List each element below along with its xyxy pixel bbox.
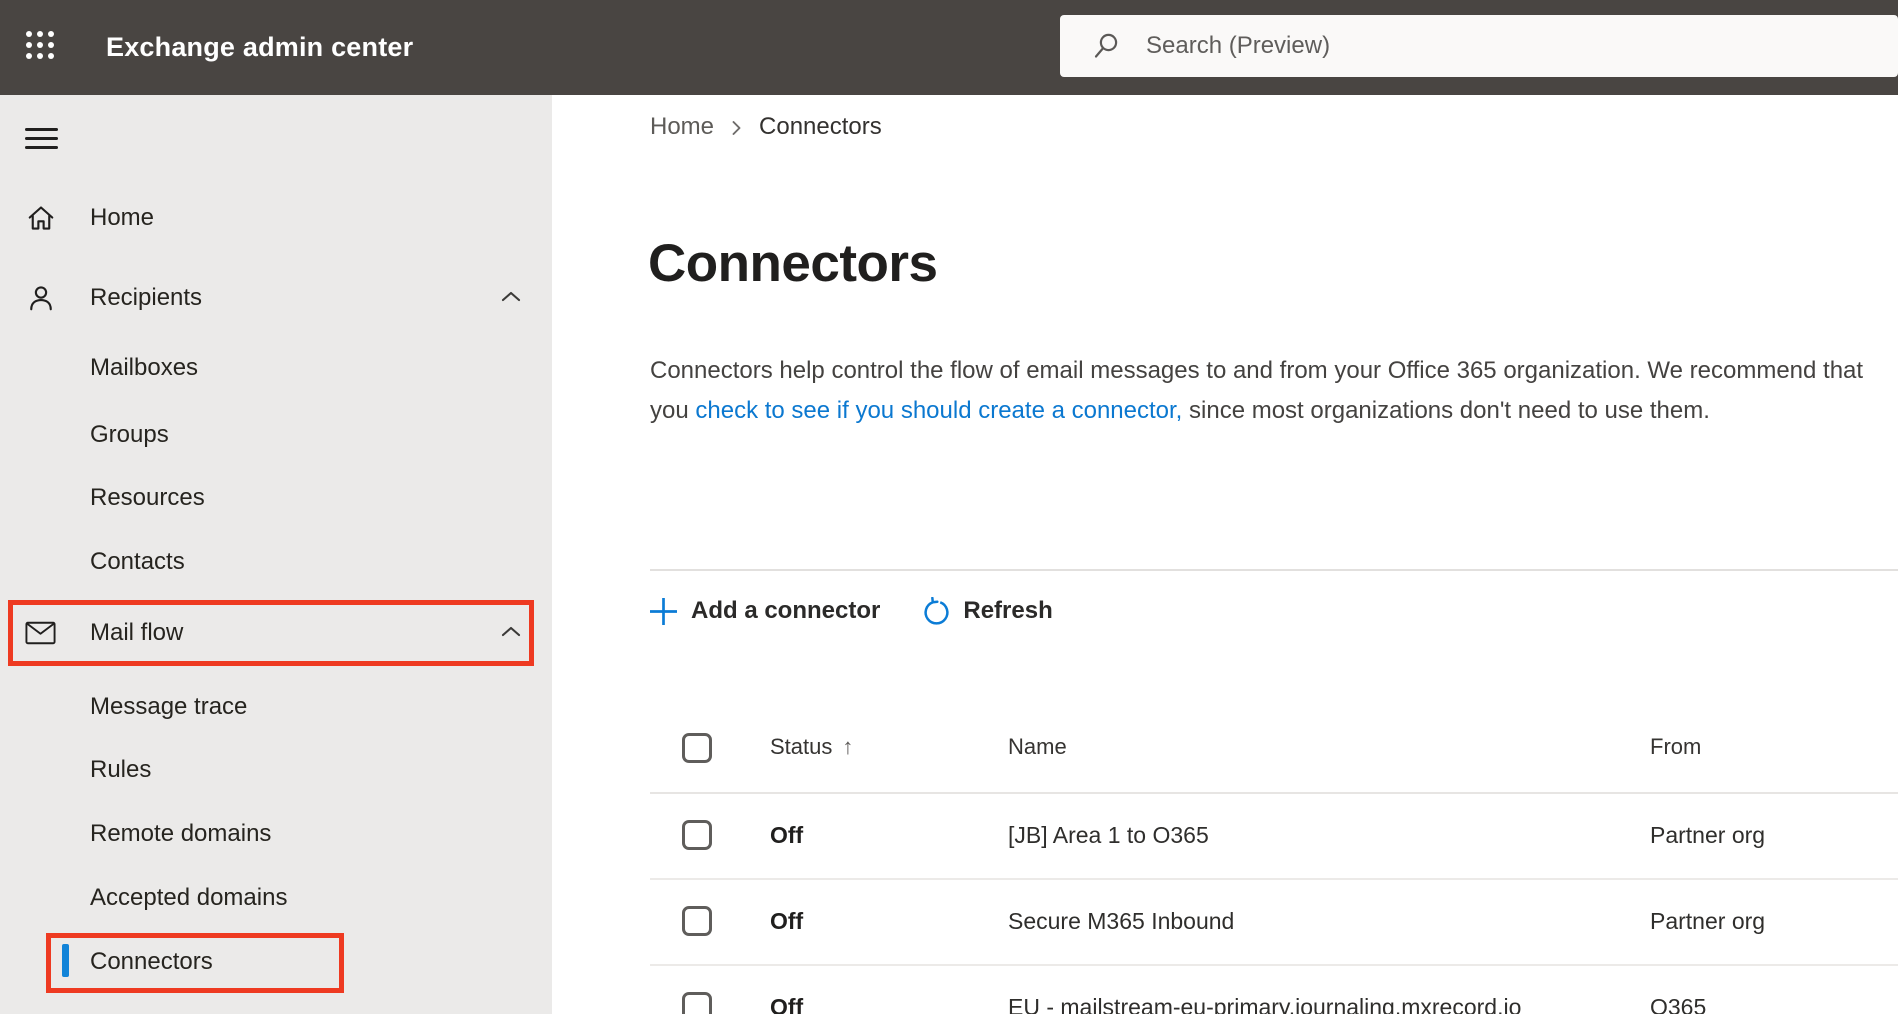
toolbar-top-divider (650, 569, 1898, 571)
select-all-checkbox[interactable] (682, 733, 712, 763)
person-icon (25, 283, 56, 313)
mail-icon (25, 621, 56, 645)
sidebar-item-groups[interactable]: Groups (0, 404, 552, 466)
search-icon (1094, 33, 1118, 58)
connector-status: Off (770, 908, 804, 934)
row-checkbox[interactable] (682, 906, 712, 936)
app-title: Exchange admin center (106, 32, 414, 62)
breadcrumb-current: Connectors (759, 113, 882, 140)
sidebar-item-home[interactable]: Home (0, 187, 552, 249)
add-connector-button[interactable]: Add a connector (648, 596, 880, 627)
sidebar-item-rules[interactable]: Rules (0, 739, 552, 801)
column-header-from[interactable]: From (1650, 734, 1701, 760)
main-content: Home Connectors Connectors Connectors he… (552, 95, 1898, 1014)
row-checkbox[interactable] (682, 992, 712, 1014)
global-search-box[interactable] (1060, 15, 1898, 77)
connector-name[interactable]: EU - mailstream-eu-primary.journaling.mx… (1008, 994, 1521, 1014)
sort-ascending-icon: ↑ (842, 734, 854, 759)
left-nav: Home Recipients Mailboxes Groups Resourc… (0, 95, 552, 1014)
sidebar-item-mail-flow[interactable]: Mail flow (0, 602, 552, 664)
selected-item-indicator (62, 944, 69, 977)
nav-collapse-hamburger-icon[interactable] (25, 128, 58, 149)
sidebar-item-mailboxes[interactable]: Mailboxes (0, 337, 552, 399)
connector-from: Partner org (1650, 908, 1766, 934)
connector-status: Off (770, 994, 804, 1014)
sidebar-item-resources[interactable]: Resources (0, 467, 552, 529)
connector-from: O365 (1650, 994, 1707, 1014)
column-header-status[interactable]: Status ↑ (770, 734, 853, 760)
refresh-icon (924, 596, 949, 625)
sidebar-item-contacts[interactable]: Contacts (0, 531, 552, 593)
top-app-bar: Exchange admin center (0, 0, 1898, 95)
row-divider (650, 878, 1898, 880)
create-connector-check-link[interactable]: check to see if you should create a conn… (695, 397, 1182, 424)
sidebar-item-accepted-domains[interactable]: Accepted domains (0, 867, 552, 929)
exchange-admin-center-window: Exchange admin center Home (0, 0, 1898, 1014)
home-icon (25, 203, 56, 233)
connector-status: Off (770, 822, 804, 848)
search-input[interactable] (1146, 15, 1866, 77)
breadcrumb-home-link[interactable]: Home (650, 113, 714, 141)
connector-name[interactable]: [JB] Area 1 to O365 (1008, 822, 1209, 849)
row-divider (650, 964, 1898, 966)
sidebar-item-remote-domains[interactable]: Remote domains (0, 803, 552, 865)
connector-name[interactable]: Secure M365 Inbound (1008, 908, 1234, 935)
sidebar-item-message-trace[interactable]: Message trace (0, 676, 552, 738)
chevron-up-icon[interactable] (501, 624, 521, 642)
refresh-button[interactable]: Refresh (922, 596, 1053, 626)
plus-icon (650, 597, 677, 625)
connector-from: Partner org (1650, 822, 1766, 848)
chevron-up-icon[interactable] (501, 289, 521, 307)
command-toolbar: Add a connector Refresh (648, 591, 1053, 631)
column-header-name[interactable]: Name (1008, 734, 1067, 760)
description-text: since most organizations don't need to u… (1182, 397, 1710, 424)
sidebar-item-recipients[interactable]: Recipients (0, 267, 552, 329)
breadcrumb: Home Connectors (650, 113, 882, 141)
breadcrumb-chevron-icon (730, 118, 743, 138)
page-description: Connectors help control the flow of emai… (650, 351, 1865, 431)
page-title: Connectors (648, 234, 938, 293)
header-divider (650, 792, 1898, 794)
sidebar-item-connectors[interactable]: Connectors (0, 931, 552, 993)
app-launcher-waffle-icon[interactable] (25, 30, 55, 60)
row-checkbox[interactable] (682, 820, 712, 850)
